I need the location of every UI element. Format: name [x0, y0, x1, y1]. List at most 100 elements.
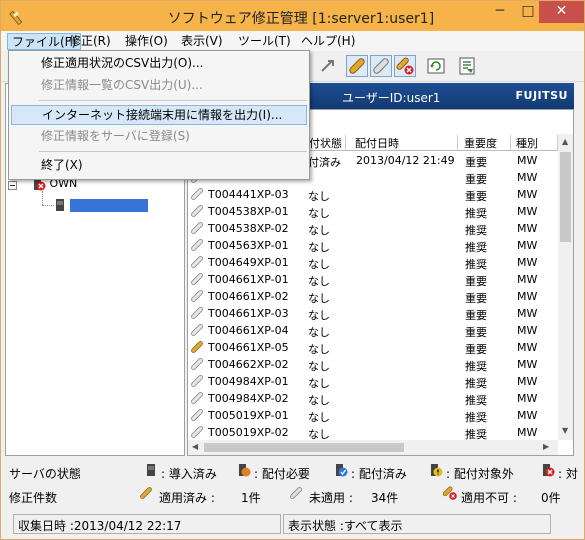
table-row[interactable]: T004441XP-03 なし 重要 MW — [188, 186, 558, 203]
importance-cell: 推奨 — [465, 207, 487, 220]
importance-cell: 重要 — [465, 173, 487, 186]
menu-fix[interactable]: 修正(R) — [65, 33, 115, 50]
menu-item-export-status-csv[interactable]: 修正適用状況のCSV出力(O)... — [11, 54, 307, 74]
menu-operation[interactable]: 操作(O) — [121, 33, 172, 50]
status-area: サーバの状態 : 導入済み : 配付必要 : 配付済み : 配付対象外 : 対 … — [1, 459, 584, 539]
scroll-right-icon[interactable]: ▶ — [543, 442, 549, 451]
fix-id-cell: T004661XP-02 — [208, 290, 289, 303]
importance-cell: 重要 — [465, 292, 487, 305]
importance-cell: 重要 — [465, 309, 487, 322]
fix-id-cell: T005019XP-02 — [208, 426, 289, 439]
horizontal-scrollbar[interactable]: ◀ ▶ — [188, 440, 558, 455]
importance-cell: 推奨 — [465, 411, 487, 424]
table-row[interactable]: T004661XP-02 なし 重要 MW — [188, 288, 558, 305]
tree-line — [42, 191, 43, 205]
unapplied-filter-icon — [373, 58, 389, 74]
menu-help[interactable]: ヘルプ(H) — [297, 33, 359, 50]
fix-id-cell: T004984XP-02 — [208, 392, 289, 405]
distributed-icon — [336, 464, 348, 477]
importance-cell: 重要 — [465, 343, 487, 356]
menu-item-exit[interactable]: 終了(X) — [11, 156, 307, 176]
table-row[interactable]: T005019XP-01 なし 推奨 MW — [188, 407, 558, 424]
table-row[interactable]: T004661XP-01 なし 重要 MW — [188, 271, 558, 288]
menu-item-export-for-internet-terminal[interactable]: インターネット接続端末用に情報を出力(I)... — [11, 105, 307, 125]
menu-separator — [39, 100, 307, 101]
title-bar[interactable]: ソフトウェア修正管理 [1:server1:user1] ─ □ ✕ — [1, 1, 584, 31]
unapplied-fix-icon — [190, 323, 204, 340]
col-date-header[interactable]: 配付日時 — [352, 135, 458, 150]
table-row[interactable]: T004649XP-01 なし 推奨 MW — [188, 254, 558, 271]
table-row[interactable]: T004563XP-01 なし 推奨 MW — [188, 237, 558, 254]
file-menu-dropdown: 修正適用状況のCSV出力(O)... 修正情報一覧のCSV出力(U)... イン… — [8, 50, 310, 180]
distribution-status-cell: なし — [308, 343, 330, 356]
table-row[interactable]: T004984XP-02 なし 推奨 MW — [188, 390, 558, 407]
importance-cell: 重要 — [465, 190, 487, 203]
distribution-status-cell: なし — [308, 224, 330, 237]
maximize-button[interactable]: □ — [514, 1, 542, 23]
type-cell: MW — [517, 392, 538, 405]
app-icon — [9, 10, 23, 25]
unapplied-fix-icon — [190, 238, 204, 255]
table-row[interactable]: T004661XP-05 なし 重要 MW — [188, 339, 558, 356]
refresh-icon — [427, 58, 445, 74]
scroll-left-icon[interactable]: ◀ — [192, 442, 198, 451]
col-type-header[interactable]: 種別 — [513, 135, 558, 150]
unapplied-icon — [290, 487, 302, 499]
scroll-down-icon[interactable]: ▼ — [562, 426, 568, 435]
menu-separator — [39, 151, 307, 152]
type-cell: MW — [517, 256, 538, 269]
export-button[interactable] — [456, 55, 478, 77]
importance-cell: 推奨 — [465, 394, 487, 407]
menu-tools[interactable]: ツール(T) — [234, 33, 295, 50]
applied-count: 1件 — [241, 491, 261, 505]
close-button[interactable]: ✕ — [539, 1, 584, 23]
filter-applied-button[interactable] — [346, 55, 368, 77]
table-row[interactable]: T004661XP-03 なし 重要 MW — [188, 305, 558, 322]
refresh-button[interactable] — [425, 55, 447, 77]
tree-node-server[interactable] — [54, 198, 148, 212]
not-applicable-icon — [443, 486, 457, 500]
distribution-status-cell: 付済み — [308, 156, 341, 169]
table-row[interactable]: T004984XP-01 なし 推奨 MW — [188, 373, 558, 390]
toolbar-hidden-button[interactable] — [317, 55, 339, 77]
type-cell: MW — [517, 290, 538, 303]
vertical-scroll-thumb[interactable] — [560, 152, 571, 242]
table-row[interactable]: T004662XP-02 なし 推奨 MW — [188, 356, 558, 373]
menu-item-register-fix-info[interactable]: 修正情報をサーバに登録(S) — [11, 127, 307, 147]
fix-id-cell: T004441XP-03 — [208, 188, 289, 201]
filter-unapplied-button[interactable] — [370, 55, 392, 77]
type-cell: MW — [517, 188, 538, 201]
type-cell: MW — [517, 358, 538, 371]
distribution-status-cell: なし — [308, 377, 330, 390]
distribution-date-cell: 2013/04/12 21:49 — [356, 154, 455, 167]
type-cell: MW — [517, 409, 538, 422]
distribution-needed-icon — [239, 464, 251, 477]
horizontal-scroll-thumb[interactable] — [204, 443, 404, 452]
tree-node-server-label — [69, 198, 148, 212]
distribution-status-cell: なし — [308, 394, 330, 407]
unapplied-count: 34件 — [371, 491, 399, 505]
fix-id-cell: T004662XP-02 — [208, 358, 289, 371]
menu-item-export-fixlist-csv[interactable]: 修正情報一覧のCSV出力(U)... — [11, 76, 307, 96]
fix-id-cell: T004661XP-04 — [208, 324, 289, 337]
scroll-up-icon[interactable]: ▲ — [562, 137, 568, 146]
legend-installed: : 導入済み — [161, 467, 217, 481]
grid-rows: 付済み 2013/04/12 21:49 重要 MW 重要 MW T004441XP-03 な… — [188, 152, 558, 441]
unapplied-fix-icon — [190, 221, 204, 238]
table-row[interactable]: T004661XP-04 なし 重要 MW — [188, 322, 558, 339]
fix-id-cell: T004563XP-01 — [208, 239, 289, 252]
installed-icon — [147, 464, 155, 476]
minimize-button[interactable]: ─ — [486, 1, 514, 23]
server-status-label: サーバの状態 — [9, 467, 81, 481]
menu-view[interactable]: 表示(V) — [177, 33, 227, 50]
legend-error: : 対 — [558, 467, 578, 481]
col-importance-header[interactable]: 重要度 — [461, 135, 511, 150]
table-row[interactable]: T004538XP-01 なし 推奨 MW — [188, 203, 558, 220]
col-status-header[interactable]: 付状態 — [306, 135, 346, 150]
distribution-status-cell: なし — [308, 411, 330, 424]
vertical-scrollbar[interactable]: ▲ ▼ — [558, 134, 573, 440]
filter-not-applicable-button[interactable] — [394, 55, 416, 77]
tree-toggle[interactable] — [8, 180, 17, 193]
table-row[interactable]: T005019XP-02 なし 推奨 MW — [188, 424, 558, 441]
table-row[interactable]: T004538XP-02 なし 推奨 MW — [188, 220, 558, 237]
